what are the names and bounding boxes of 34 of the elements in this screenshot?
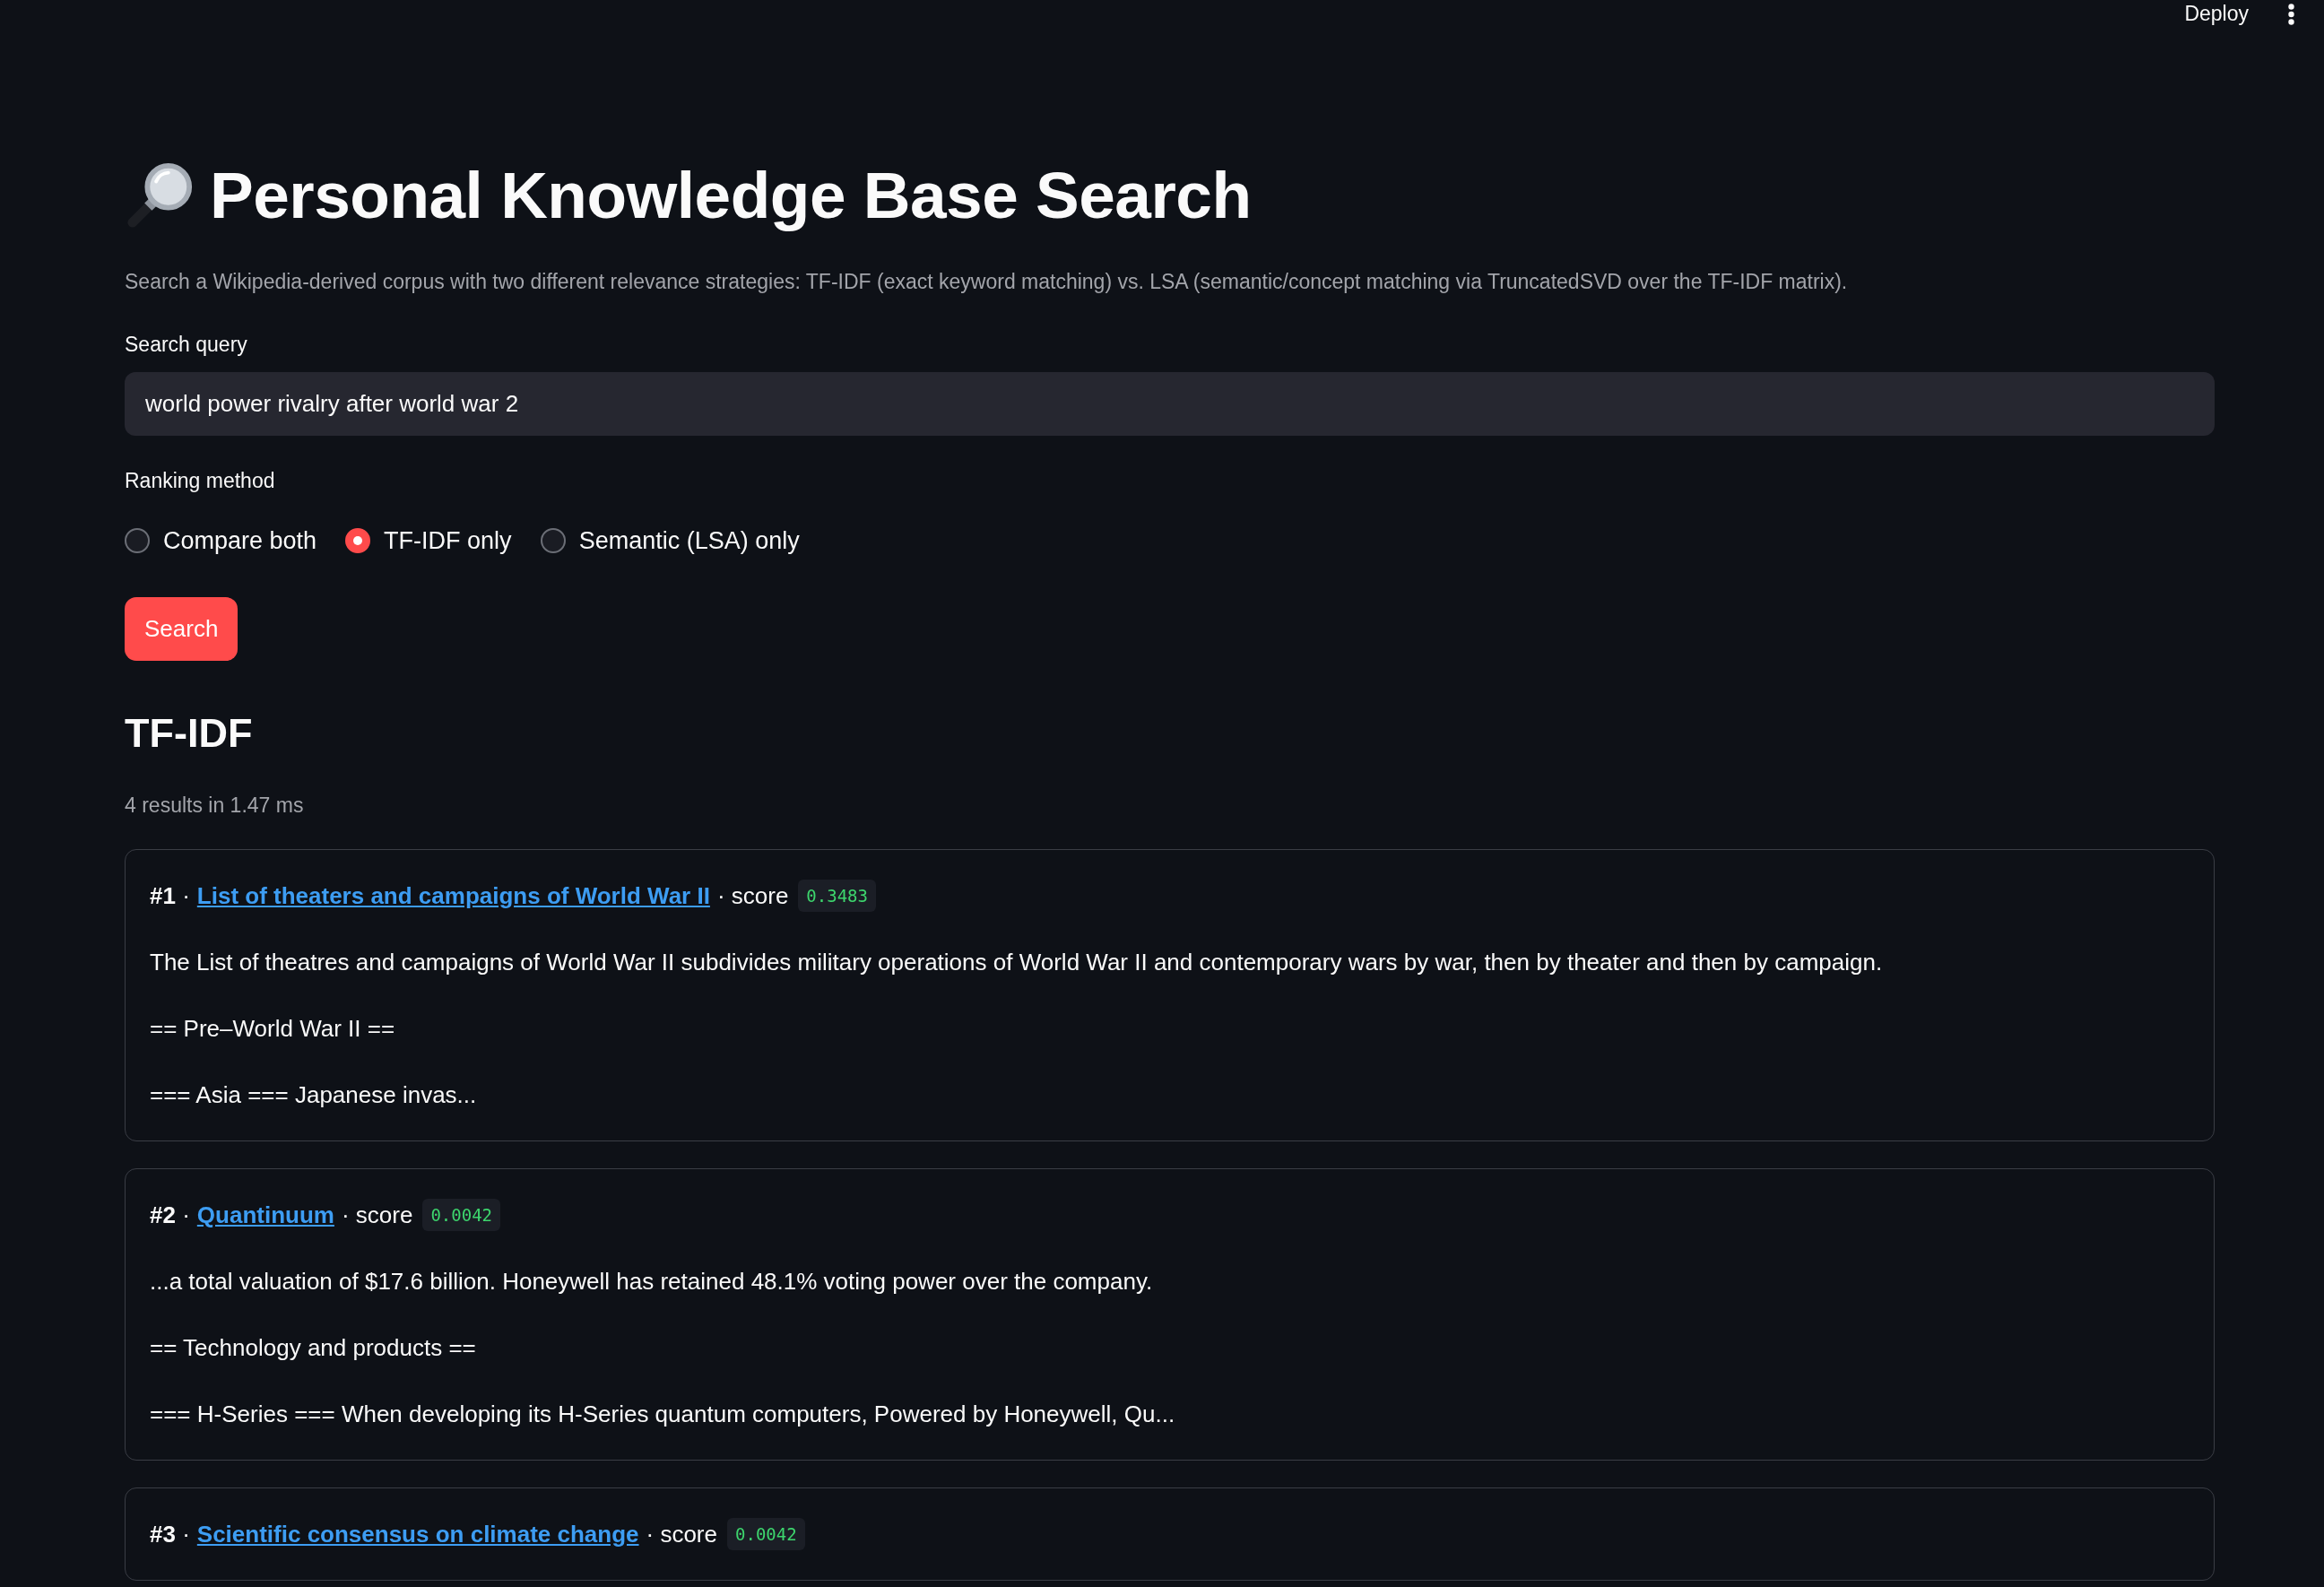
score-label: · score bbox=[646, 1520, 717, 1549]
snippet-text: ...a total valuation of $17.6 billion. Honeywell has retained 48.1% voting power over the company. bbox=[150, 1267, 1154, 1296]
result-rank: #3 · bbox=[150, 1520, 190, 1549]
page-title: Personal Knowledge Base Search bbox=[210, 158, 1252, 233]
snippet-text: == Pre–World War II == bbox=[150, 1014, 396, 1044]
radio-icon[interactable] bbox=[345, 528, 371, 553]
result-title-link[interactable]: List of theaters and campaigns of World War II bbox=[196, 878, 710, 914]
score-label: · score bbox=[716, 881, 789, 911]
search-query-label: Search query bbox=[125, 332, 247, 358]
result-title-link[interactable]: Quantinuum bbox=[196, 1197, 334, 1233]
score-code: 0.0042 bbox=[422, 1199, 500, 1231]
result-rank: #2 · bbox=[150, 1201, 190, 1230]
radio-option[interactable]: Compare both bbox=[125, 523, 317, 559]
search-field[interactable]: world power rivalry after world war 2 bbox=[125, 372, 2215, 436]
radio-option[interactable]: Semantic (LSA) only bbox=[540, 523, 800, 559]
radio-option[interactable]: TF-IDF only bbox=[345, 523, 512, 559]
results-summary: 4 results in 1.47 ms bbox=[125, 793, 304, 819]
snippet-text: The List of theatres and campaigns of World War II subdivides military operations of World War II and contemporary wars by war, then by theater and then by campaign. bbox=[150, 948, 1884, 977]
more-menu-icon[interactable] bbox=[2288, 4, 2294, 25]
ranking-method-label: Ranking method bbox=[125, 468, 275, 494]
deploy-button[interactable]: Deploy bbox=[2184, 1, 2249, 26]
page-description: Search a Wikipedia-derived corpus with two different relevance strategies: TF-IDF (exact keyword matching) vs. LSA (semantic/concept matching via TruncatedSVD over the TF-IDF matrix). bbox=[125, 269, 1848, 295]
snippet-text: === H-Series === When developing its H-Series quantum computers, Powered by Honeywell, Qu... bbox=[150, 1400, 1176, 1429]
result-rank: #1 · bbox=[150, 881, 190, 911]
radio-icon[interactable] bbox=[540, 528, 566, 553]
score-code: 0.0042 bbox=[727, 1518, 805, 1550]
magnifier-icon bbox=[125, 160, 195, 230]
score-code: 0.3483 bbox=[798, 880, 876, 912]
result-title-link[interactable]: Scientific consensus on climate change bbox=[196, 1516, 639, 1552]
score-label: · score bbox=[341, 1201, 413, 1230]
snippet-text: === Asia === Japanese invas... bbox=[150, 1080, 478, 1110]
radio-icon[interactable] bbox=[125, 528, 150, 553]
section-heading: TF-IDF bbox=[125, 709, 253, 758]
snippet-text: == Technology and products == bbox=[150, 1333, 477, 1363]
